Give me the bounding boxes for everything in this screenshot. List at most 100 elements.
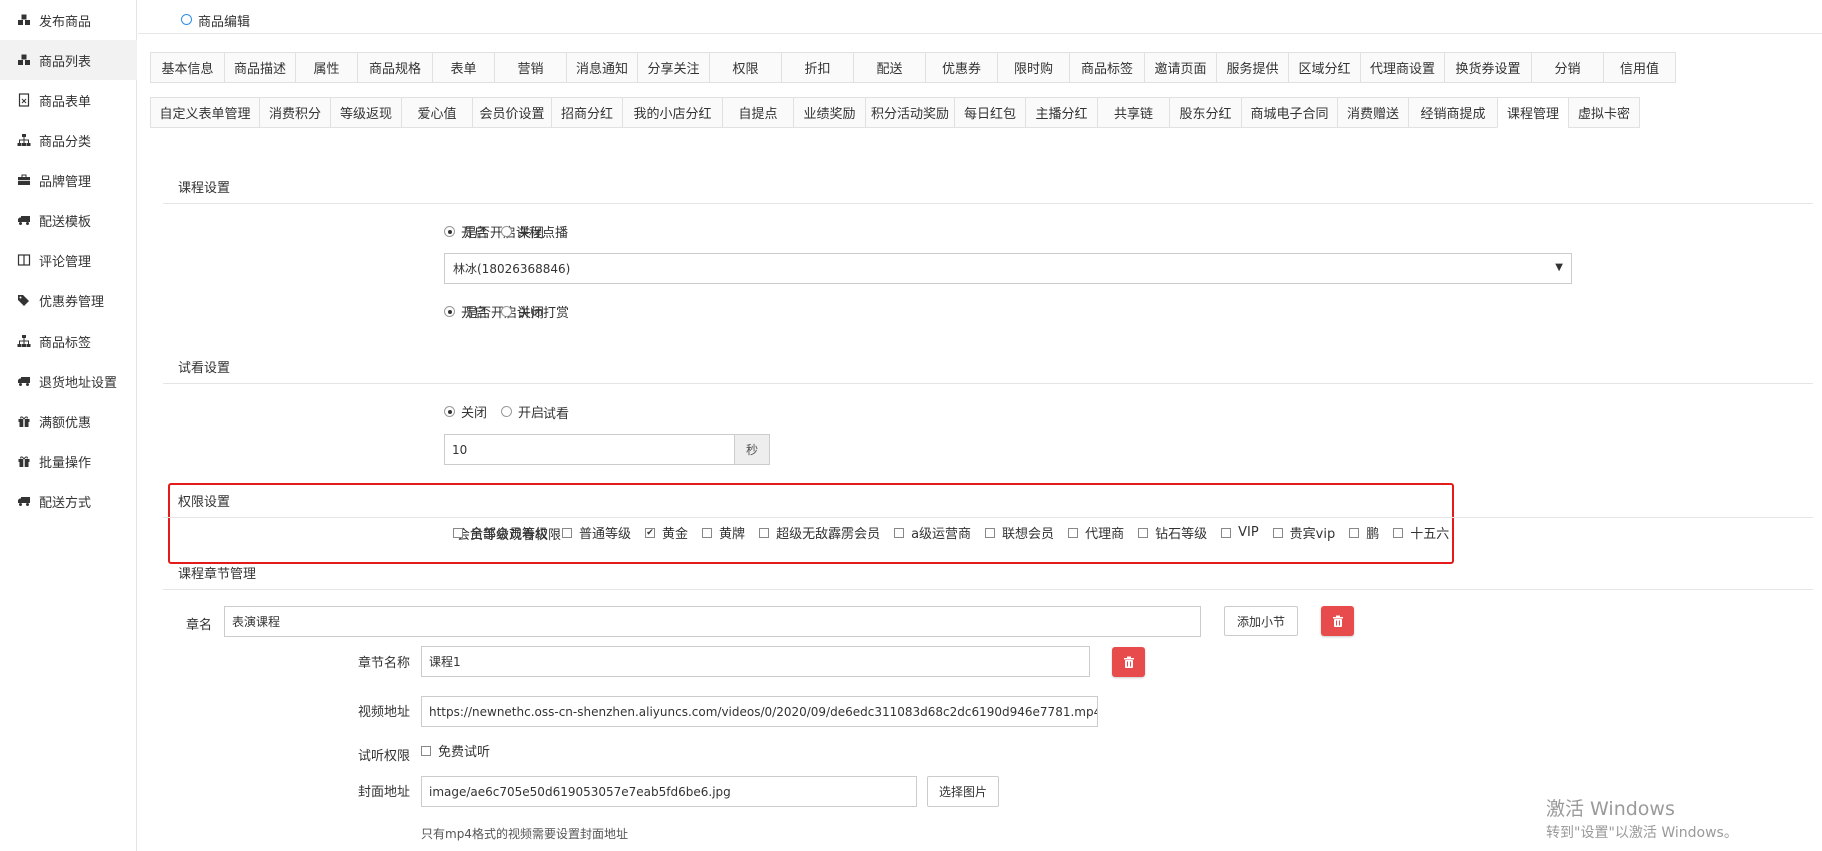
tab[interactable]: 分销 (1531, 52, 1604, 83)
level-checkbox[interactable]: 联想会员 (985, 523, 1054, 542)
tab[interactable]: 分享关注 (637, 52, 710, 83)
tab[interactable]: 配送 (853, 52, 926, 83)
level-checkbox[interactable]: 钻石等级 (1138, 523, 1207, 542)
tab[interactable]: 主播分红 (1025, 97, 1098, 128)
tab[interactable]: 会员价设置 (472, 97, 552, 128)
tab[interactable]: 自定义表单管理 (150, 97, 260, 128)
cover-input[interactable]: image/ae6c705e50d619053057e7eab5fd6be6.j… (421, 776, 917, 807)
level-checkbox[interactable]: 代理商 (1068, 523, 1124, 542)
checkbox-icon (1393, 527, 1404, 538)
sidebar-item[interactable]: 商品列表 (0, 40, 137, 80)
video-input[interactable]: https://newnethc.oss-cn-shenzhen.aliyunc… (421, 696, 1098, 727)
tab[interactable]: 信用值 (1603, 52, 1676, 83)
level-checkbox[interactable]: 全部会员等级 (453, 523, 548, 542)
divider (163, 589, 1813, 590)
tab[interactable]: 属性 (295, 52, 358, 83)
tab[interactable]: 限时购 (997, 52, 1070, 83)
level-checkbox[interactable]: 超级无敌霹雳会员 (759, 523, 880, 542)
sidebar-item[interactable]: 商品标签 (0, 321, 137, 361)
select-image-button[interactable]: 选择图片 (927, 776, 999, 807)
tab[interactable]: 换货券设置 (1444, 52, 1532, 83)
tip-off-radio[interactable]: 关闭 (501, 302, 544, 321)
video-label: 视频地址 (358, 705, 411, 720)
divider (163, 517, 1813, 518)
vod-off-radio[interactable]: 关闭 (501, 222, 544, 241)
tab[interactable]: 每日红包 (954, 97, 1026, 128)
section-name-input[interactable]: 课程1 (421, 646, 1090, 677)
checkbox-icon (1068, 527, 1079, 538)
trial-on-radio[interactable]: 开启 (501, 402, 544, 421)
trial-off-radio[interactable]: 关闭 (444, 402, 487, 421)
tab[interactable]: 爱心值 (401, 97, 473, 128)
tab[interactable]: 区域分红 (1288, 52, 1361, 83)
tab[interactable]: 商品标签 (1069, 52, 1145, 83)
tab[interactable]: 服务提供 (1216, 52, 1289, 83)
sidebar-item[interactable]: 优惠券管理 (0, 280, 137, 320)
tab[interactable]: 邀请页面 (1144, 52, 1217, 83)
level-checkbox[interactable]: 黄牌 (702, 523, 745, 542)
sidebar-item[interactable]: 退货地址设置 (0, 361, 137, 401)
tab[interactable]: 虚拟卡密 (1568, 97, 1640, 128)
checkbox-icon (985, 527, 996, 538)
add-section-button[interactable]: 添加小节 (1224, 606, 1298, 636)
tab[interactable]: 消费积分 (259, 97, 331, 128)
tab[interactable]: 消息通知 (566, 52, 638, 83)
sidebar-item[interactable]: 评论管理 (0, 240, 137, 280)
level-checkbox-row: 全部会员等级 普通等级 ✔ 黄金 黄牌 超级无敌霹雳会员 a级运营商 联想会员 代理商 钻石等级 V… (453, 523, 1463, 542)
sidebar-item[interactable]: 商品表单 (0, 80, 137, 120)
sidebar-item[interactable]: 配送模板 (0, 200, 137, 240)
sidebar-item-label: 优惠券管理 (39, 294, 105, 310)
tab[interactable]: 消费赠送 (1337, 97, 1409, 128)
tip-on-radio[interactable]: 开启 (444, 302, 487, 321)
sidebar-item[interactable]: 发布商品 (0, 0, 137, 40)
tab[interactable]: 商品描述 (224, 52, 296, 83)
chapter-input[interactable]: 表演课程 (224, 606, 1201, 637)
tab[interactable]: 课程管理 (1497, 97, 1569, 128)
tab[interactable]: 经销商提成 (1408, 97, 1498, 128)
tab[interactable]: 招商分红 (551, 97, 623, 128)
sidebar-item-label: 评论管理 (39, 254, 92, 270)
trial-perm-label: 试听权限 (358, 749, 411, 764)
tab[interactable]: 表单 (432, 52, 495, 83)
tab[interactable]: 商城电子合同 (1241, 97, 1338, 128)
sidebar-item[interactable]: 配送方式 (0, 481, 137, 521)
level-checkbox[interactable]: a级运营商 (894, 523, 971, 542)
delete-section-button[interactable] (1112, 647, 1145, 677)
tab[interactable]: 营销 (494, 52, 567, 83)
tab[interactable]: 代理商设置 (1360, 52, 1445, 83)
free-trial-checkbox[interactable]: 免费试听 (421, 741, 490, 760)
level-checkbox[interactable]: 十五六 (1393, 523, 1449, 542)
tab[interactable]: 等级返现 (330, 97, 402, 128)
duration-input[interactable]: 10 (444, 434, 735, 465)
tab[interactable]: 股东分红 (1169, 97, 1242, 128)
tab[interactable]: 我的小店分红 (622, 97, 723, 128)
tab[interactable]: 基本信息 (150, 52, 225, 83)
sidebar-item[interactable]: 满额优惠 (0, 401, 137, 441)
sidebar-item-label: 品牌管理 (39, 174, 92, 190)
sidebar-item[interactable]: 商品分类 (0, 120, 137, 160)
checkbox-icon (894, 527, 905, 538)
tab[interactable]: 共享链 (1097, 97, 1170, 128)
tab[interactable]: 商品规格 (357, 52, 433, 83)
tab[interactable]: 自提点 (722, 97, 794, 128)
sidebar-item[interactable]: 批量操作 (0, 441, 137, 481)
tip-radio-options: 开启 关闭 (444, 302, 558, 321)
tab[interactable]: 优惠券 (925, 52, 998, 83)
level-checkbox[interactable]: 贵宾vip (1272, 523, 1335, 542)
delete-chapter-button[interactable] (1321, 606, 1354, 636)
checkbox-icon (562, 527, 573, 538)
level-checkbox[interactable]: VIP (1221, 525, 1259, 540)
level-checkbox[interactable]: 普通等级 (562, 523, 631, 542)
sidebar-item[interactable]: 品牌管理 (0, 160, 137, 200)
tab[interactable]: 权限 (709, 52, 782, 83)
level-checkbox-label: 十五六 (1410, 527, 1450, 542)
checkbox-icon (1272, 527, 1283, 538)
level-checkbox[interactable]: ✔ 黄金 (645, 523, 688, 542)
divider (163, 203, 1813, 204)
tab[interactable]: 折扣 (781, 52, 854, 83)
vod-on-radio[interactable]: 开启 (444, 222, 487, 241)
teacher-select[interactable]: 林冰(18026368846) ▼ (444, 253, 1572, 284)
tab[interactable]: 积分活动奖励 (865, 97, 955, 128)
tab[interactable]: 业绩奖励 (793, 97, 866, 128)
level-checkbox[interactable]: 鹏 (1349, 523, 1379, 542)
